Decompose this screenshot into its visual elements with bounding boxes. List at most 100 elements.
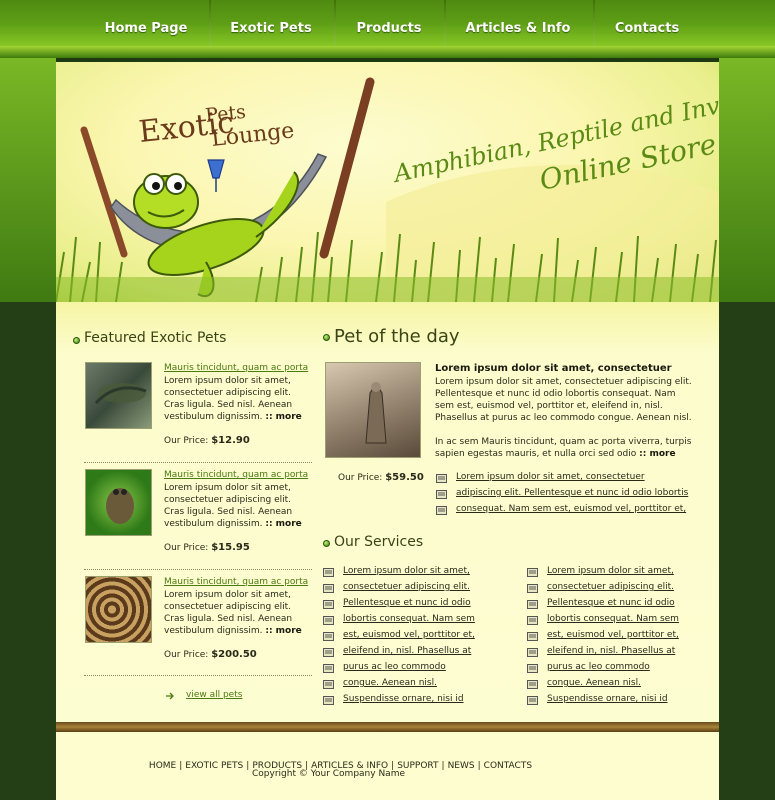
service-link[interactable]: Suspendisse ornare, nisi id — [343, 694, 464, 704]
document-icon — [527, 600, 538, 609]
document-icon — [323, 664, 334, 673]
document-icon — [527, 664, 538, 673]
document-icon — [323, 600, 334, 609]
nav-contacts[interactable]: Contacts — [596, 0, 698, 56]
frog-image — [106, 488, 134, 524]
service-link[interactable]: eleifend in, nisl. Phasellus at — [547, 646, 675, 656]
featured-pets-title: Featured Exotic Pets — [84, 330, 227, 346]
document-icon — [527, 616, 538, 625]
our-services-title: Our Services — [334, 534, 424, 550]
service-link[interactable]: Suspendisse ornare, nisi id — [547, 694, 668, 704]
nav-separator — [593, 0, 595, 46]
nav-exotic-pets[interactable]: Exotic Pets — [212, 0, 330, 56]
service-link[interactable]: consectetuer adipiscing elit. — [547, 582, 674, 592]
document-icon — [527, 632, 538, 641]
main-content: Featured Exotic Pets Mauris tincidunt, q… — [56, 302, 719, 722]
pet-link[interactable]: Mauris tincidunt, quam ac porta — [164, 363, 308, 373]
pet-of-the-day-price: Our Price: $59.50 — [338, 472, 424, 483]
document-icon — [323, 680, 334, 689]
pet-of-the-day-link[interactable]: Lorem ipsum dolor sit amet, consectetuer — [456, 472, 645, 482]
pet-link[interactable]: Mauris tincidunt, quam ac porta — [164, 470, 308, 480]
document-icon — [323, 648, 334, 657]
document-icon — [436, 474, 447, 483]
document-icon — [323, 632, 334, 641]
section-bullet-icon — [73, 337, 80, 344]
hammock-pole-left — [80, 126, 128, 258]
pet-thumbnail-iguana[interactable] — [85, 362, 152, 429]
pet-of-the-day-image[interactable] — [325, 362, 421, 458]
nav-articles-info[interactable]: Articles & Info — [447, 0, 589, 56]
divider-dotted — [84, 675, 312, 676]
service-link[interactable]: Lorem ipsum dolor sit amet, — [547, 566, 674, 576]
side-band-left — [0, 58, 56, 302]
pet-price: Our Price: $200.50 — [164, 649, 257, 660]
pet-description: Lorem ipsum dolor sit amet, consectetuer… — [164, 375, 314, 423]
price-value: $59.50 — [385, 472, 424, 483]
document-icon — [323, 584, 334, 593]
price-value: $15.95 — [211, 542, 250, 553]
service-link[interactable]: congue. Aenean nisl. — [343, 678, 437, 688]
pet-link[interactable]: Mauris tincidunt, quam ac porta — [164, 577, 308, 587]
page-margin-right — [719, 302, 775, 800]
document-icon — [527, 648, 538, 657]
price-label: Our Price: — [164, 543, 209, 553]
lizard-image — [365, 382, 387, 444]
more-link[interactable]: :: more — [265, 626, 301, 636]
footer-divider — [56, 722, 719, 732]
service-link[interactable]: Pellentesque et nunc id odio — [547, 598, 675, 608]
nav-separator — [209, 0, 211, 46]
document-icon — [527, 568, 538, 577]
service-link[interactable]: lobortis consequat. Nam sem — [343, 614, 475, 624]
service-link[interactable]: est, euismod vel, porttitor et, — [547, 630, 679, 640]
pet-price: Our Price: $15.95 — [164, 542, 250, 553]
service-link[interactable]: Pellentesque et nunc id odio — [343, 598, 471, 608]
service-link[interactable]: Lorem ipsum dolor sit amet, — [343, 566, 470, 576]
service-link[interactable]: consectetuer adipiscing elit. — [343, 582, 470, 592]
more-link[interactable]: :: more — [639, 449, 675, 459]
pet-description: Lorem ipsum dolor sit amet, consectetuer… — [164, 589, 314, 637]
nav-separator — [444, 0, 446, 46]
hammock-pole-right — [319, 77, 375, 259]
pet-of-the-day-paragraph-1: Lorem ipsum dolor sit amet, consectetuer… — [435, 377, 692, 423]
footer: HOME | EXOTIC PETS | PRODUCTS | ARTICLES & INF… — [56, 732, 719, 800]
more-link[interactable]: :: more — [265, 412, 301, 422]
document-icon — [323, 616, 334, 625]
service-link[interactable]: congue. Aenean nisl. — [547, 678, 641, 688]
top-navigation-bar: Home Page Exotic Pets Products Articles … — [0, 0, 775, 58]
pet-of-the-day-link[interactable]: consequat. Nam sem est, euismod vel, por… — [456, 504, 686, 514]
document-icon — [527, 696, 538, 705]
divider-dotted — [84, 569, 312, 570]
header-banner: Exotic Pets Lounge Amphibian, Reptile an… — [56, 62, 719, 302]
pet-thumbnail-snake[interactable] — [85, 576, 152, 643]
pet-of-the-day-paragraph-2: In ac sem Mauris tincidunt, quam ac port… — [435, 436, 697, 460]
grass-ground — [56, 277, 719, 302]
side-band-right — [719, 58, 775, 302]
price-value: $12.90 — [211, 435, 250, 446]
divider-dotted — [84, 462, 312, 463]
section-bullet-icon — [323, 334, 330, 341]
service-link[interactable]: lobortis consequat. Nam sem — [547, 614, 679, 624]
document-icon — [527, 680, 538, 689]
nav-products[interactable]: Products — [337, 0, 441, 56]
service-link[interactable]: est, euismod vel, porttitor et, — [343, 630, 475, 640]
arrow-right-icon — [166, 692, 174, 700]
price-label: Our Price: — [164, 436, 209, 446]
pet-of-the-day-link[interactable]: adipiscing elit. Pellentesque et nunc id… — [456, 488, 688, 498]
frog-pupil-right — [174, 182, 182, 190]
view-all-pets-link[interactable]: view all pets — [186, 690, 242, 700]
pet-description: Lorem ipsum dolor sit amet, consectetuer… — [164, 482, 314, 530]
copyright: Copyright © Your Company Name — [252, 769, 405, 779]
pet-of-the-day-title: Pet of the day — [334, 326, 460, 347]
nav-home-page[interactable]: Home Page — [90, 0, 202, 56]
service-link[interactable]: purus ac leo commodo — [547, 662, 650, 672]
price-value: $200.50 — [211, 649, 257, 660]
wine-glass — [207, 159, 225, 179]
nav-separator — [334, 0, 336, 46]
pet-thumbnail-frog[interactable] — [85, 469, 152, 536]
document-icon — [436, 490, 447, 499]
service-link[interactable]: eleifend in, nisl. Phasellus at — [343, 646, 471, 656]
document-icon — [436, 506, 447, 515]
service-link[interactable]: purus ac leo commodo — [343, 662, 446, 672]
more-link[interactable]: :: more — [265, 519, 301, 529]
iguana-image — [94, 383, 147, 405]
